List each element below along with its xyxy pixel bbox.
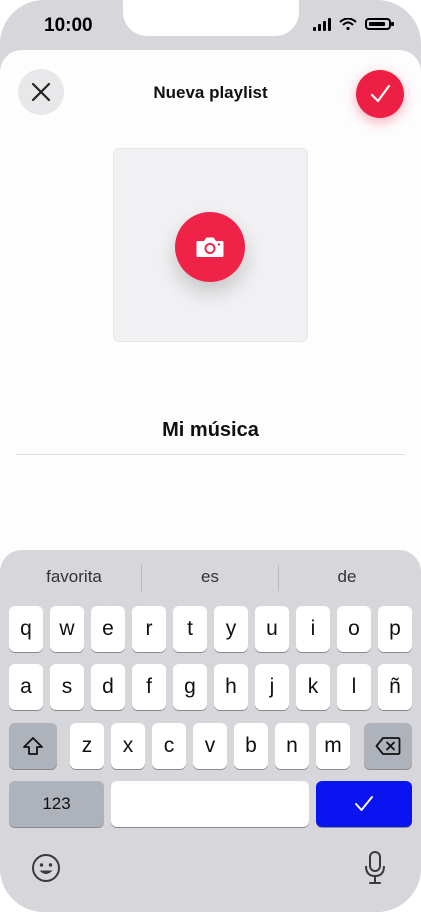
playlist-name-input[interactable]: Mi música	[16, 410, 405, 455]
key[interactable]: x	[111, 723, 145, 769]
emoji-icon	[32, 854, 60, 882]
key[interactable]: l	[337, 664, 371, 710]
key[interactable]: c	[152, 723, 186, 769]
wifi-icon	[339, 18, 357, 30]
dictation-button[interactable]	[357, 848, 393, 888]
battery-icon	[365, 18, 394, 30]
key[interactable]: j	[255, 664, 289, 710]
suggestion-3[interactable]: de	[293, 565, 401, 589]
numbers-key[interactable]: 123	[9, 781, 104, 827]
key[interactable]: i	[296, 606, 330, 652]
key[interactable]: ñ	[378, 664, 412, 710]
check-icon	[355, 796, 373, 811]
notch	[123, 0, 299, 36]
key[interactable]: u	[255, 606, 289, 652]
key[interactable]: b	[234, 723, 268, 769]
key[interactable]: q	[9, 606, 43, 652]
suggestion-2[interactable]: es	[156, 565, 264, 589]
suggestion-divider	[141, 565, 142, 591]
key[interactable]: z	[70, 723, 104, 769]
key[interactable]: p	[378, 606, 412, 652]
key[interactable]: r	[132, 606, 166, 652]
microphone-icon	[365, 851, 385, 884]
key[interactable]: t	[173, 606, 207, 652]
status-time: 10:00	[44, 15, 93, 36]
key[interactable]: s	[50, 664, 84, 710]
key[interactable]: h	[214, 664, 248, 710]
suggestion-divider	[278, 565, 279, 591]
backspace-key[interactable]	[364, 723, 412, 769]
add-photo-button[interactable]	[175, 212, 245, 282]
status-icons	[313, 17, 394, 31]
key[interactable]: f	[132, 664, 166, 710]
return-key[interactable]	[316, 781, 412, 827]
key[interactable]: o	[337, 606, 371, 652]
key[interactable]: g	[173, 664, 207, 710]
check-icon	[370, 84, 391, 103]
signal-icon	[313, 17, 331, 31]
camera-icon	[196, 237, 224, 257]
space-key[interactable]	[111, 781, 309, 827]
key[interactable]: n	[275, 723, 309, 769]
key[interactable]: v	[193, 723, 227, 769]
key[interactable]: a	[9, 664, 43, 710]
phone-frame: 10:00 Nueva playlist Mi música favorita …	[0, 0, 421, 912]
key[interactable]: w	[50, 606, 84, 652]
shift-key[interactable]	[9, 723, 57, 769]
key[interactable]: d	[91, 664, 125, 710]
backspace-icon	[375, 737, 401, 755]
key[interactable]: k	[296, 664, 330, 710]
key[interactable]: e	[91, 606, 125, 652]
suggestion-1[interactable]: favorita	[20, 565, 128, 589]
key[interactable]: m	[316, 723, 350, 769]
confirm-button[interactable]	[356, 70, 404, 118]
shift-icon	[23, 737, 43, 755]
emoji-button[interactable]	[28, 850, 64, 886]
key[interactable]: y	[214, 606, 248, 652]
